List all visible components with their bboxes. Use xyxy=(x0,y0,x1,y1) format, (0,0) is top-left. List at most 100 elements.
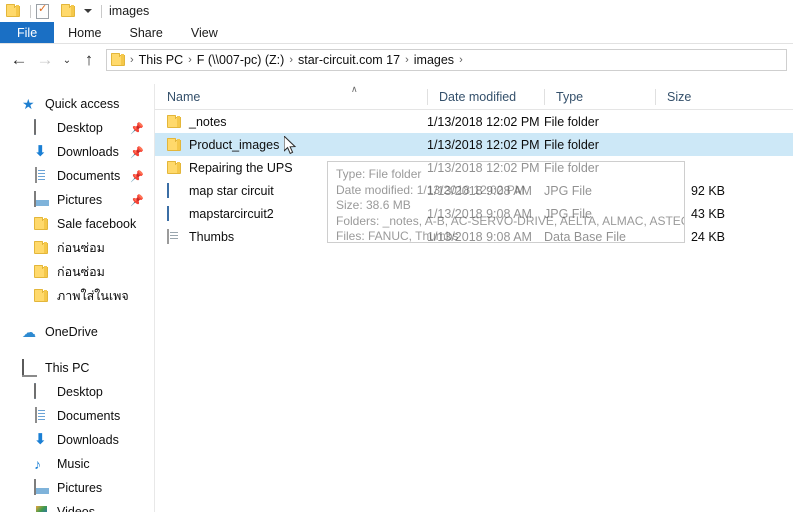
sidebar-label: Desktop xyxy=(57,385,103,399)
sidebar-item-pc-downloads[interactable]: ⬇ Downloads xyxy=(0,428,154,452)
titlebar-divider-1 xyxy=(30,4,31,18)
sidebar-item-pc-documents[interactable]: Documents xyxy=(0,404,154,428)
star-pin-icon: ★ xyxy=(22,96,35,112)
sidebar-label: Documents xyxy=(57,409,121,423)
file-explorer-window: images File Home Share View ← → ⌄ ↑ › Th… xyxy=(0,0,793,512)
pin-icon[interactable]: 📌 xyxy=(130,146,144,159)
sidebar-item-before-repair-2[interactable]: ก่อนซ่อม xyxy=(0,260,154,284)
sidebar-item-pictures[interactable]: Pictures 📌 xyxy=(0,188,154,212)
folder-icon xyxy=(167,137,183,153)
file-type: File folder xyxy=(544,160,599,175)
pin-icon[interactable]: 📌 xyxy=(130,122,144,135)
file-name-cell[interactable]: Repairing the UPS xyxy=(155,160,427,176)
file-name-cell[interactable]: Thumbs xyxy=(155,228,427,245)
file-type: JPG File xyxy=(544,183,592,198)
jpg-file-icon xyxy=(167,182,183,199)
file-name-cell[interactable]: map star circuit xyxy=(155,182,427,199)
breadcrumb-separator[interactable]: › xyxy=(458,54,464,66)
file-name: map star circuit xyxy=(189,183,274,198)
table-row[interactable]: Repairing the UPS 1/13/2018 12:02 PM Fil… xyxy=(155,156,793,179)
sidebar-label: Downloads xyxy=(57,145,119,159)
folder-icon xyxy=(6,3,22,19)
back-button[interactable]: ← xyxy=(6,47,32,73)
breadcrumb-folder-icon xyxy=(111,52,127,68)
sidebar-item-pc-desktop[interactable]: Desktop xyxy=(0,380,154,404)
downloads-arrow-icon: ⬇ xyxy=(34,431,47,448)
breadcrumb[interactable]: › This PC › F (\\007-pc) (Z:) › star-cir… xyxy=(106,49,787,71)
tab-file[interactable]: File xyxy=(0,22,55,43)
folder-icon xyxy=(34,264,50,280)
sidebar-item-page-images[interactable]: ภาพใส่ในเพจ xyxy=(0,284,154,308)
tab-view[interactable]: View xyxy=(177,22,232,43)
breadcrumb-item-star-circuit[interactable]: star-circuit.com 17 xyxy=(294,53,404,67)
sort-ascending-icon: ∧ xyxy=(351,84,358,94)
navigation-pane[interactable]: ★ Quick access Desktop 📌 ⬇ Downloads 📌 D… xyxy=(0,84,154,512)
table-row[interactable]: Product_images 1/13/2018 12:02 PM File f… xyxy=(155,133,793,156)
sidebar-item-desktop[interactable]: Desktop 📌 xyxy=(0,116,154,140)
downloads-arrow-icon: ⬇ xyxy=(34,143,47,160)
properties-checkmark-icon[interactable] xyxy=(36,2,52,19)
customize-chevron-down-icon[interactable] xyxy=(84,9,92,13)
file-size: 43 KB xyxy=(690,206,725,221)
sidebar-item-pc-videos[interactable]: Videos xyxy=(0,500,154,512)
table-row[interactable]: _notes 1/13/2018 12:02 PM File folder xyxy=(155,110,793,133)
tab-home[interactable]: Home xyxy=(54,22,115,43)
title-bar: images xyxy=(0,0,793,22)
file-size: 24 KB xyxy=(690,229,725,244)
file-name-cell[interactable]: mapstarcircuit2 xyxy=(155,205,427,222)
sidebar-group-quick-access[interactable]: ★ Quick access xyxy=(0,92,154,116)
column-header-type[interactable]: Type xyxy=(544,84,655,110)
sidebar-item-downloads[interactable]: ⬇ Downloads 📌 xyxy=(0,140,154,164)
file-date: 1/13/2018 9:08 AM xyxy=(427,229,532,244)
sidebar-item-pc-music[interactable]: ♪ Music xyxy=(0,452,154,476)
pin-icon[interactable]: 📌 xyxy=(130,194,144,207)
sidebar-item-before-repair-1[interactable]: ก่อนซ่อม xyxy=(0,236,154,260)
sidebar-item-pc-pictures[interactable]: Pictures xyxy=(0,476,154,500)
breadcrumb-item-drive-z[interactable]: F (\\007-pc) (Z:) xyxy=(193,53,289,67)
table-row[interactable]: map star circuit 1/13/2018 9:08 AM JPG F… xyxy=(155,179,793,202)
music-note-icon: ♪ xyxy=(34,456,41,472)
videos-icon xyxy=(34,504,50,512)
file-date: 1/13/2018 12:02 PM xyxy=(427,137,540,152)
desktop-icon xyxy=(34,119,50,136)
sidebar-group-onedrive[interactable]: ☁ OneDrive xyxy=(0,320,154,344)
column-header-date-modified[interactable]: Date modified xyxy=(427,84,544,110)
forward-button: → xyxy=(36,50,54,69)
column-header-size[interactable]: Size xyxy=(655,84,741,110)
window-title: images xyxy=(109,4,150,18)
file-name: Repairing the UPS xyxy=(189,160,293,175)
ribbon-tab-bar: File Home Share View xyxy=(0,22,793,44)
column-header-name[interactable]: Name xyxy=(155,84,427,110)
sidebar-label: Pictures xyxy=(57,481,103,495)
up-button[interactable]: ↑ xyxy=(76,47,102,73)
tab-share[interactable]: Share xyxy=(116,22,177,43)
sidebar-label: Downloads xyxy=(57,433,119,447)
recent-locations-button[interactable]: ⌄ xyxy=(58,47,76,73)
file-type: File folder xyxy=(544,137,599,152)
file-name: _notes xyxy=(189,114,227,129)
documents-icon xyxy=(34,167,50,184)
file-type: JPG File xyxy=(544,206,592,221)
sidebar-label: ก่อนซ่อม xyxy=(57,241,105,255)
table-row[interactable]: Thumbs 1/13/2018 9:08 AM Data Base File … xyxy=(155,225,793,248)
sidebar-item-sale-facebook[interactable]: Sale facebook xyxy=(0,212,154,236)
file-date: 1/13/2018 9:08 AM xyxy=(427,206,532,221)
table-row[interactable]: mapstarcircuit2 1/13/2018 9:08 AM JPG Fi… xyxy=(155,202,793,225)
sidebar-label: Pictures xyxy=(57,193,103,207)
breadcrumb-item-images[interactable]: images xyxy=(410,53,458,67)
sidebar-label: Documents xyxy=(57,169,121,183)
file-date: 1/13/2018 12:02 PM xyxy=(427,160,540,175)
breadcrumb-item-this-pc[interactable]: This PC xyxy=(135,53,187,67)
sidebar-group-this-pc[interactable]: This PC xyxy=(0,356,154,380)
sidebar-item-documents[interactable]: Documents 📌 xyxy=(0,164,154,188)
file-date: 1/13/2018 12:02 PM xyxy=(427,114,540,129)
folder-icon xyxy=(34,288,50,304)
pin-icon[interactable]: 📌 xyxy=(130,170,144,183)
new-folder-icon[interactable] xyxy=(61,3,77,19)
file-list: _notes 1/13/2018 12:02 PM File folder Pr… xyxy=(155,110,793,248)
file-list-pane: Name Date modified Type Size ∧ _notes 1/… xyxy=(155,84,793,512)
this-pc-icon xyxy=(22,359,38,376)
explorer-body: ★ Quick access Desktop 📌 ⬇ Downloads 📌 D… xyxy=(0,84,793,512)
file-name-cell[interactable]: _notes xyxy=(155,114,427,130)
